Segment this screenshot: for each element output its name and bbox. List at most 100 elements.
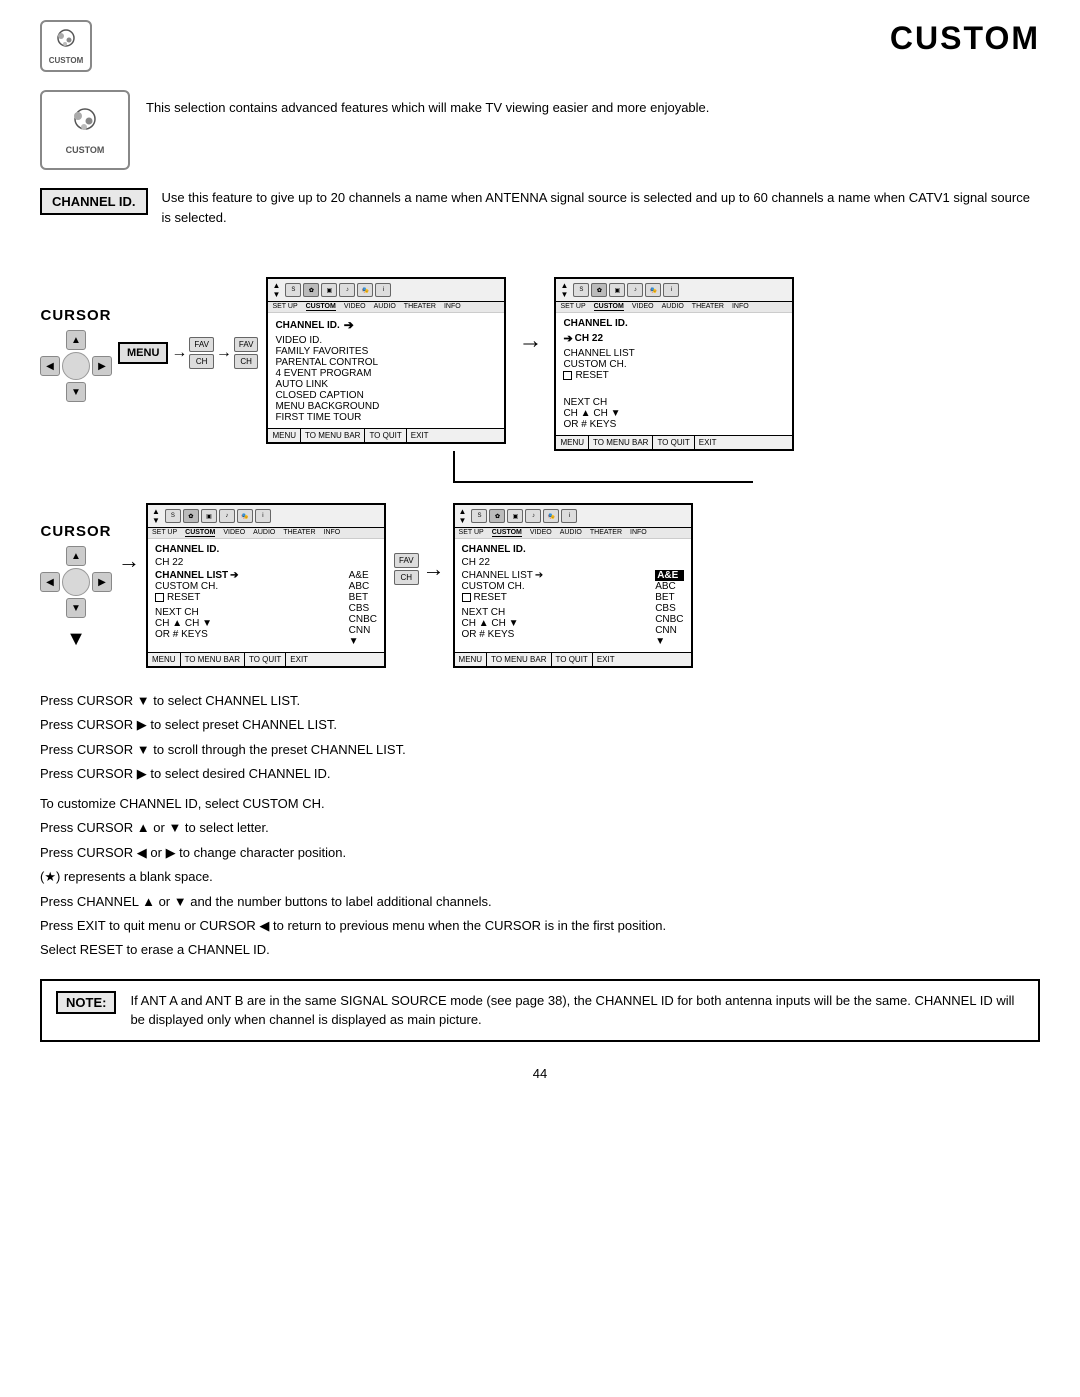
s3-tab-setup: SET UP	[152, 529, 177, 537]
menu-button-1[interactable]: MENU	[118, 342, 168, 364]
ch-btn-2[interactable]: CH	[394, 570, 419, 585]
s3-down: ▼	[349, 636, 377, 647]
s4-ch22: CH 22	[462, 557, 684, 568]
s4-tab-theater: THEATER	[590, 529, 622, 537]
s3-right-col: A&E ABC BET CBS CNBC CNN ▼	[349, 570, 377, 647]
arrow-fav-to-screen1: →	[216, 344, 232, 362]
description-section: Press CURSOR ▼ to select CHANNEL LIST. P…	[40, 690, 1040, 961]
s4-two-cols: CHANNEL LIST ➔ CUSTOM CH. RESET NEXT CH …	[462, 570, 684, 647]
note-label: NOTE:	[56, 991, 116, 1014]
arrow-dpad2-to-screen3: →	[118, 548, 140, 574]
s4-channel-list: CHANNEL LIST ➔	[462, 570, 648, 581]
s3-channel-list: CHANNEL LIST ➔	[155, 570, 341, 581]
s3-video-icon: ▣	[201, 509, 217, 523]
screen2-topbar: ▲▼ S ✿ ▣ ♪ 🎭 i	[556, 279, 792, 302]
ch-btn-1b[interactable]: CH	[234, 354, 259, 369]
s4-tab-info: INFO	[630, 529, 647, 537]
s4-tab-audio: AUDIO	[560, 529, 582, 537]
desc-9: Press CHANNEL ▲ or ▼ and the number butt…	[40, 891, 1040, 912]
s4-left-col: CHANNEL LIST ➔ CUSTOM CH. RESET NEXT CH …	[462, 570, 648, 640]
s2-custom-icon: ✿	[591, 283, 607, 297]
s1-info-icon: i	[375, 283, 391, 297]
bottom-diagrams-area: CURSOR ▲ ▼ ◀ ▶ ▼ → ▲▼ S	[40, 483, 1040, 668]
screen-4: ▲▼ S ✿ ▣ ♪ 🎭 i SET UP CUSTOM VIDEO AUDIO…	[453, 503, 693, 668]
fav-btn-1b[interactable]: FAV	[234, 337, 259, 352]
fav-btn-1[interactable]: FAV	[189, 337, 214, 352]
s2-channel-id-title: CHANNEL ID.	[563, 318, 785, 329]
s4-setup-icon: S	[471, 509, 487, 523]
s3-tab-audio: AUDIO	[253, 529, 275, 537]
s3-orkeys: OR # KEYS	[155, 629, 341, 640]
s3-tab-video: VIDEO	[223, 529, 245, 537]
s4-cnn: CNN	[655, 625, 683, 636]
ch-btn-1[interactable]: CH	[189, 354, 214, 369]
fav-ch-2: FAV CH	[394, 553, 419, 585]
s1-setup-icon: S	[285, 283, 301, 297]
s4-tab-video: VIDEO	[530, 529, 552, 537]
fav-btn-2[interactable]: FAV	[394, 553, 419, 568]
s2-footer-exit: EXIT	[695, 436, 721, 449]
s3-footer-exit: EXIT	[286, 653, 312, 666]
s4-down: ▼	[655, 636, 683, 647]
s4-reset: RESET	[462, 592, 648, 603]
s4-custom-ch: CUSTOM CH.	[462, 581, 648, 592]
fav-ch-1: FAV CH	[189, 337, 214, 369]
s3-bet: BET	[349, 592, 377, 603]
s2-spacer	[563, 386, 785, 397]
desc-10: Press EXIT to quit menu or CURSOR ◀ to r…	[40, 915, 1040, 936]
note-box: NOTE: If ANT A and ANT B are in the same…	[40, 979, 1040, 1042]
s3-ae: A&E	[349, 570, 377, 581]
s3-nextch: NEXT CH	[155, 607, 341, 618]
menu-nav-left: MENU → FAV CH → FAV CH	[118, 337, 262, 369]
s3-footer-menu: MENU	[148, 653, 181, 666]
cursor-down-arrow: ▼	[66, 628, 86, 651]
desc-8: (★) represents a blank space.	[40, 866, 1040, 887]
s3-audio-icon: ♪	[219, 509, 235, 523]
s2-info-icon: i	[663, 283, 679, 297]
s4-footer-quit: TO QUIT	[552, 653, 593, 666]
s4-tab-setup: SET UP	[459, 529, 484, 537]
arrow-screen1-to-screen2: →	[518, 327, 542, 355]
cursor-nav-left: CURSOR ▲ ▼ ◀ ▶	[40, 307, 112, 410]
s2-tab-info: INFO	[732, 303, 749, 311]
s1-item-tour: FIRST TIME TOUR	[275, 412, 497, 423]
s1-channel-id-title: CHANNEL ID. ➔	[275, 318, 497, 332]
s4-footer-exit: EXIT	[593, 653, 619, 666]
s4-chkeys: CH ▲ CH ▼	[462, 618, 648, 629]
s4-orkeys: OR # KEYS	[462, 629, 648, 640]
s3-cbs: CBS	[349, 603, 377, 614]
page-number: 44	[40, 1066, 1040, 1081]
s4-channel-id-title: CHANNEL ID.	[462, 544, 684, 555]
s2-tab-video: VIDEO	[632, 303, 654, 311]
desc-5: To customize CHANNEL ID, select CUSTOM C…	[40, 793, 1040, 814]
screen-1: ▲▼ S ✿ ▣ ♪ 🎭 i SET UP CUSTOM VIDEO AUDIO…	[266, 277, 506, 444]
s1-theater-icon: 🎭	[357, 283, 373, 297]
dpad-1: ▲ ▼ ◀ ▶	[40, 330, 112, 402]
s2-orkeys: OR # KEYS	[563, 419, 785, 430]
s3-chkeys: CH ▲ CH ▼	[155, 618, 341, 629]
s3-footer-quit: TO QUIT	[245, 653, 286, 666]
top-diagrams-area: CURSOR ▲ ▼ ◀ ▶ MENU → FAV CH →	[40, 247, 1040, 451]
s4-bet: BET	[655, 592, 683, 603]
s4-custom-icon: ✿	[489, 509, 505, 523]
intro-icon-box: CUSTOM	[40, 90, 130, 170]
intro-text: This selection contains advanced feature…	[146, 90, 709, 118]
s3-two-cols: CHANNEL LIST ➔ CUSTOM CH. RESET NEXT CH …	[155, 570, 377, 647]
s3-setup-icon: S	[165, 509, 181, 523]
desc-3: Press CURSOR ▼ to scroll through the pre…	[40, 739, 1040, 760]
s1-item-videoid: VIDEO ID.	[275, 335, 497, 346]
desc-4: Press CURSOR ▶ to select desired CHANNEL…	[40, 763, 1040, 784]
page-header: CUSTOM CUSTOM	[40, 20, 1040, 72]
s1-tab-video: VIDEO	[344, 303, 366, 311]
s3-ch22: CH 22	[155, 557, 377, 568]
s2-custom-ch: CUSTOM CH.	[563, 359, 785, 370]
s1-item-bg: MENU BACKGROUND	[275, 401, 497, 412]
s3-cnbc: CNBC	[349, 614, 377, 625]
s4-footer-menu: MENU	[455, 653, 488, 666]
s3-tab-info: INFO	[324, 529, 341, 537]
desc-11: Select RESET to erase a CHANNEL ID.	[40, 939, 1040, 960]
s4-cnbc: CNBC	[655, 614, 683, 625]
dpad-2: ▲ ▼ ◀ ▶	[40, 546, 112, 618]
s1-tab-info: INFO	[444, 303, 461, 311]
s4-theater-icon: 🎭	[543, 509, 559, 523]
